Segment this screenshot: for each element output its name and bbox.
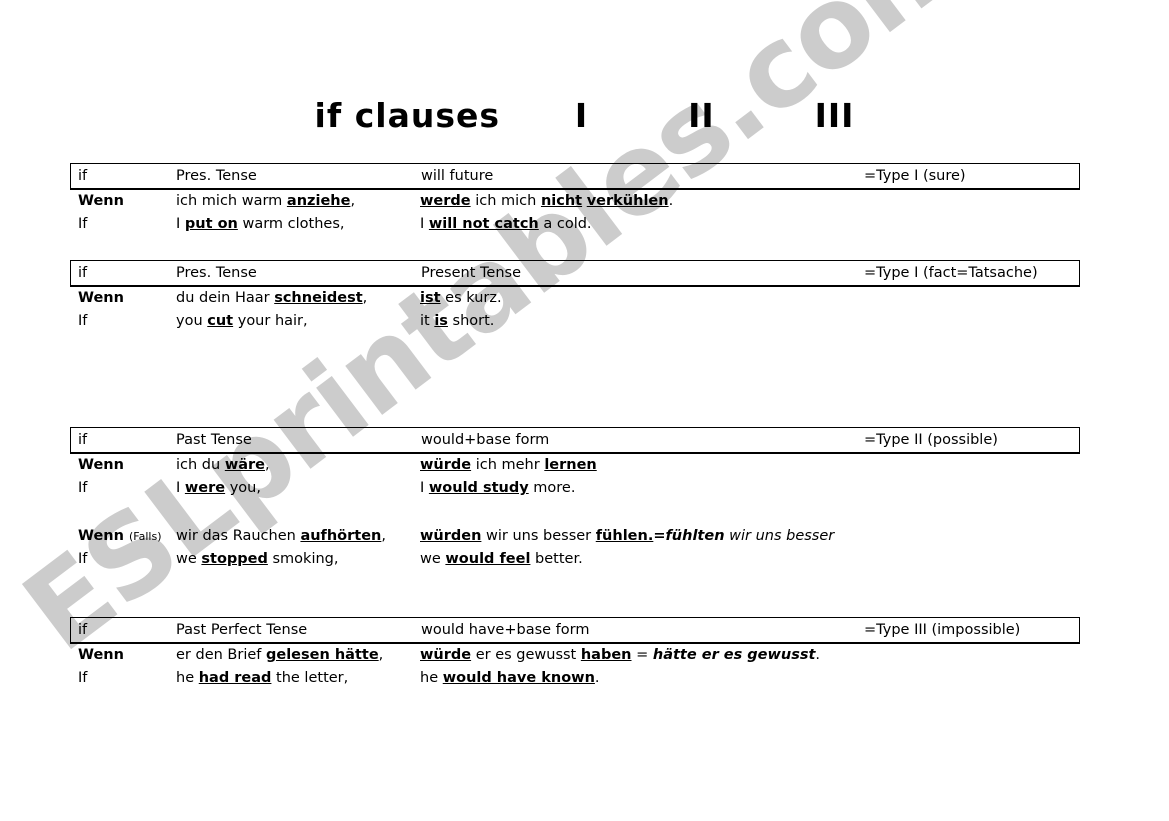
header-result-cell: would have+base form: [421, 622, 590, 638]
conjunction-cell: If: [78, 313, 88, 329]
table-row: Wenn ich mich warm anziehe, werde ich mich…: [70, 190, 1080, 213]
table-header-row: if Pres. Tense will future =Type I (sure): [70, 163, 1080, 190]
table-row: Wenn ich du wäre, würde ich mehr lernen: [70, 454, 1080, 477]
header-type-cell: =Type III (impossible): [864, 622, 1021, 638]
clause-table: if Past Tense would+base form =Type II (pos…: [70, 427, 1080, 571]
page-title: if clauses I II III: [314, 96, 855, 135]
main-clause-cell: he would have known.: [420, 670, 600, 686]
if-clause-cell: ich du wäre,: [176, 457, 270, 473]
conjunction-cell: Wenn: [78, 290, 124, 306]
main-clause-cell: würde ich mehr lernen: [420, 457, 597, 473]
header-result-cell: will future: [421, 168, 494, 184]
conjunction-cell: Wenn (Falls): [78, 528, 162, 544]
header-if-cell: if: [78, 622, 88, 638]
table-row: If I put on warm clothes, I will not catch…: [70, 213, 1080, 236]
table-row: If he had read the letter, he would have k…: [70, 667, 1080, 690]
conjunction-cell: If: [78, 216, 88, 232]
table-row: If I were you, I would study more.: [70, 477, 1080, 500]
if-clause-cell: he had read the letter,: [176, 670, 349, 686]
conjunction-cell: If: [78, 480, 88, 496]
table-row: Wenn er den Brief gelesen hätte, würde er …: [70, 644, 1080, 667]
main-clause-cell: we would feel better.: [420, 551, 583, 567]
clause-table: if Past Perfect Tense would have+base form…: [70, 617, 1080, 690]
header-if-cell: if: [78, 432, 88, 448]
table-row: If you cut your hair, it is short.: [70, 310, 1080, 333]
main-clause-cell: it is short.: [420, 313, 495, 329]
if-clause-cell: you cut your hair,: [176, 313, 308, 329]
main-clause-cell: würden wir uns besser fühlen.=fühlten wi…: [420, 528, 835, 544]
conjunction-cell: If: [78, 670, 88, 686]
table-header-row: if Past Perfect Tense would have+base form…: [70, 617, 1080, 644]
header-tense-cell: Past Perfect Tense: [176, 622, 308, 638]
header-tense-cell: Pres. Tense: [176, 168, 257, 184]
if-clause-cell: wir das Rauchen aufhörten,: [176, 528, 386, 544]
clause-table: if Pres. Tense Present Tense =Type I (fact=…: [70, 260, 1080, 333]
header-result-cell: would+base form: [421, 432, 550, 448]
header-if-cell: if: [78, 168, 88, 184]
header-if-cell: if: [78, 265, 88, 281]
header-type-cell: =Type II (possible): [864, 432, 998, 448]
conjunction-cell: Wenn: [78, 193, 124, 209]
header-tense-cell: Pres. Tense: [176, 265, 257, 281]
main-clause-cell: würde er es gewusst haben = hätte er es …: [420, 647, 821, 663]
conjunction-cell: Wenn: [78, 457, 124, 473]
worksheet-page: ESLprintables.com if clauses I II III if…: [0, 0, 1169, 821]
if-clause-cell: I put on warm clothes,: [176, 216, 345, 232]
if-clause-cell: ich mich warm anziehe,: [176, 193, 356, 209]
table-row: If we stopped smoking, we would feel bette…: [70, 548, 1080, 571]
conjunction-cell: If: [78, 551, 88, 567]
main-clause-cell: ist es kurz.: [420, 290, 502, 306]
main-clause-cell: I would study more.: [420, 480, 576, 496]
table-row: Wenn (Falls) wir das Rauchen aufhörten, wü…: [70, 525, 1080, 548]
main-clause-cell: I will not catch a cold.: [420, 216, 592, 232]
main-clause-cell: werde ich mich nicht verkühlen.: [420, 193, 674, 209]
header-type-cell: =Type I (sure): [864, 168, 966, 184]
header-type-cell: =Type I (fact=Tatsache): [864, 265, 1038, 281]
if-clause-cell: du dein Haar schneidest,: [176, 290, 368, 306]
header-tense-cell: Past Tense: [176, 432, 252, 448]
row-spacer: [70, 500, 1080, 525]
table-header-row: if Pres. Tense Present Tense =Type I (fact=…: [70, 260, 1080, 287]
if-clause-cell: I were you,: [176, 480, 261, 496]
if-clause-cell: er den Brief gelesen hätte,: [176, 647, 384, 663]
conjunction-cell: Wenn: [78, 647, 124, 663]
header-result-cell: Present Tense: [421, 265, 521, 281]
if-clause-cell: we stopped smoking,: [176, 551, 339, 567]
table-row: Wenn du dein Haar schneidest, ist es kurz.: [70, 287, 1080, 310]
clause-table: if Pres. Tense will future =Type I (sure) We…: [70, 163, 1080, 236]
table-header-row: if Past Tense would+base form =Type II (pos…: [70, 427, 1080, 454]
